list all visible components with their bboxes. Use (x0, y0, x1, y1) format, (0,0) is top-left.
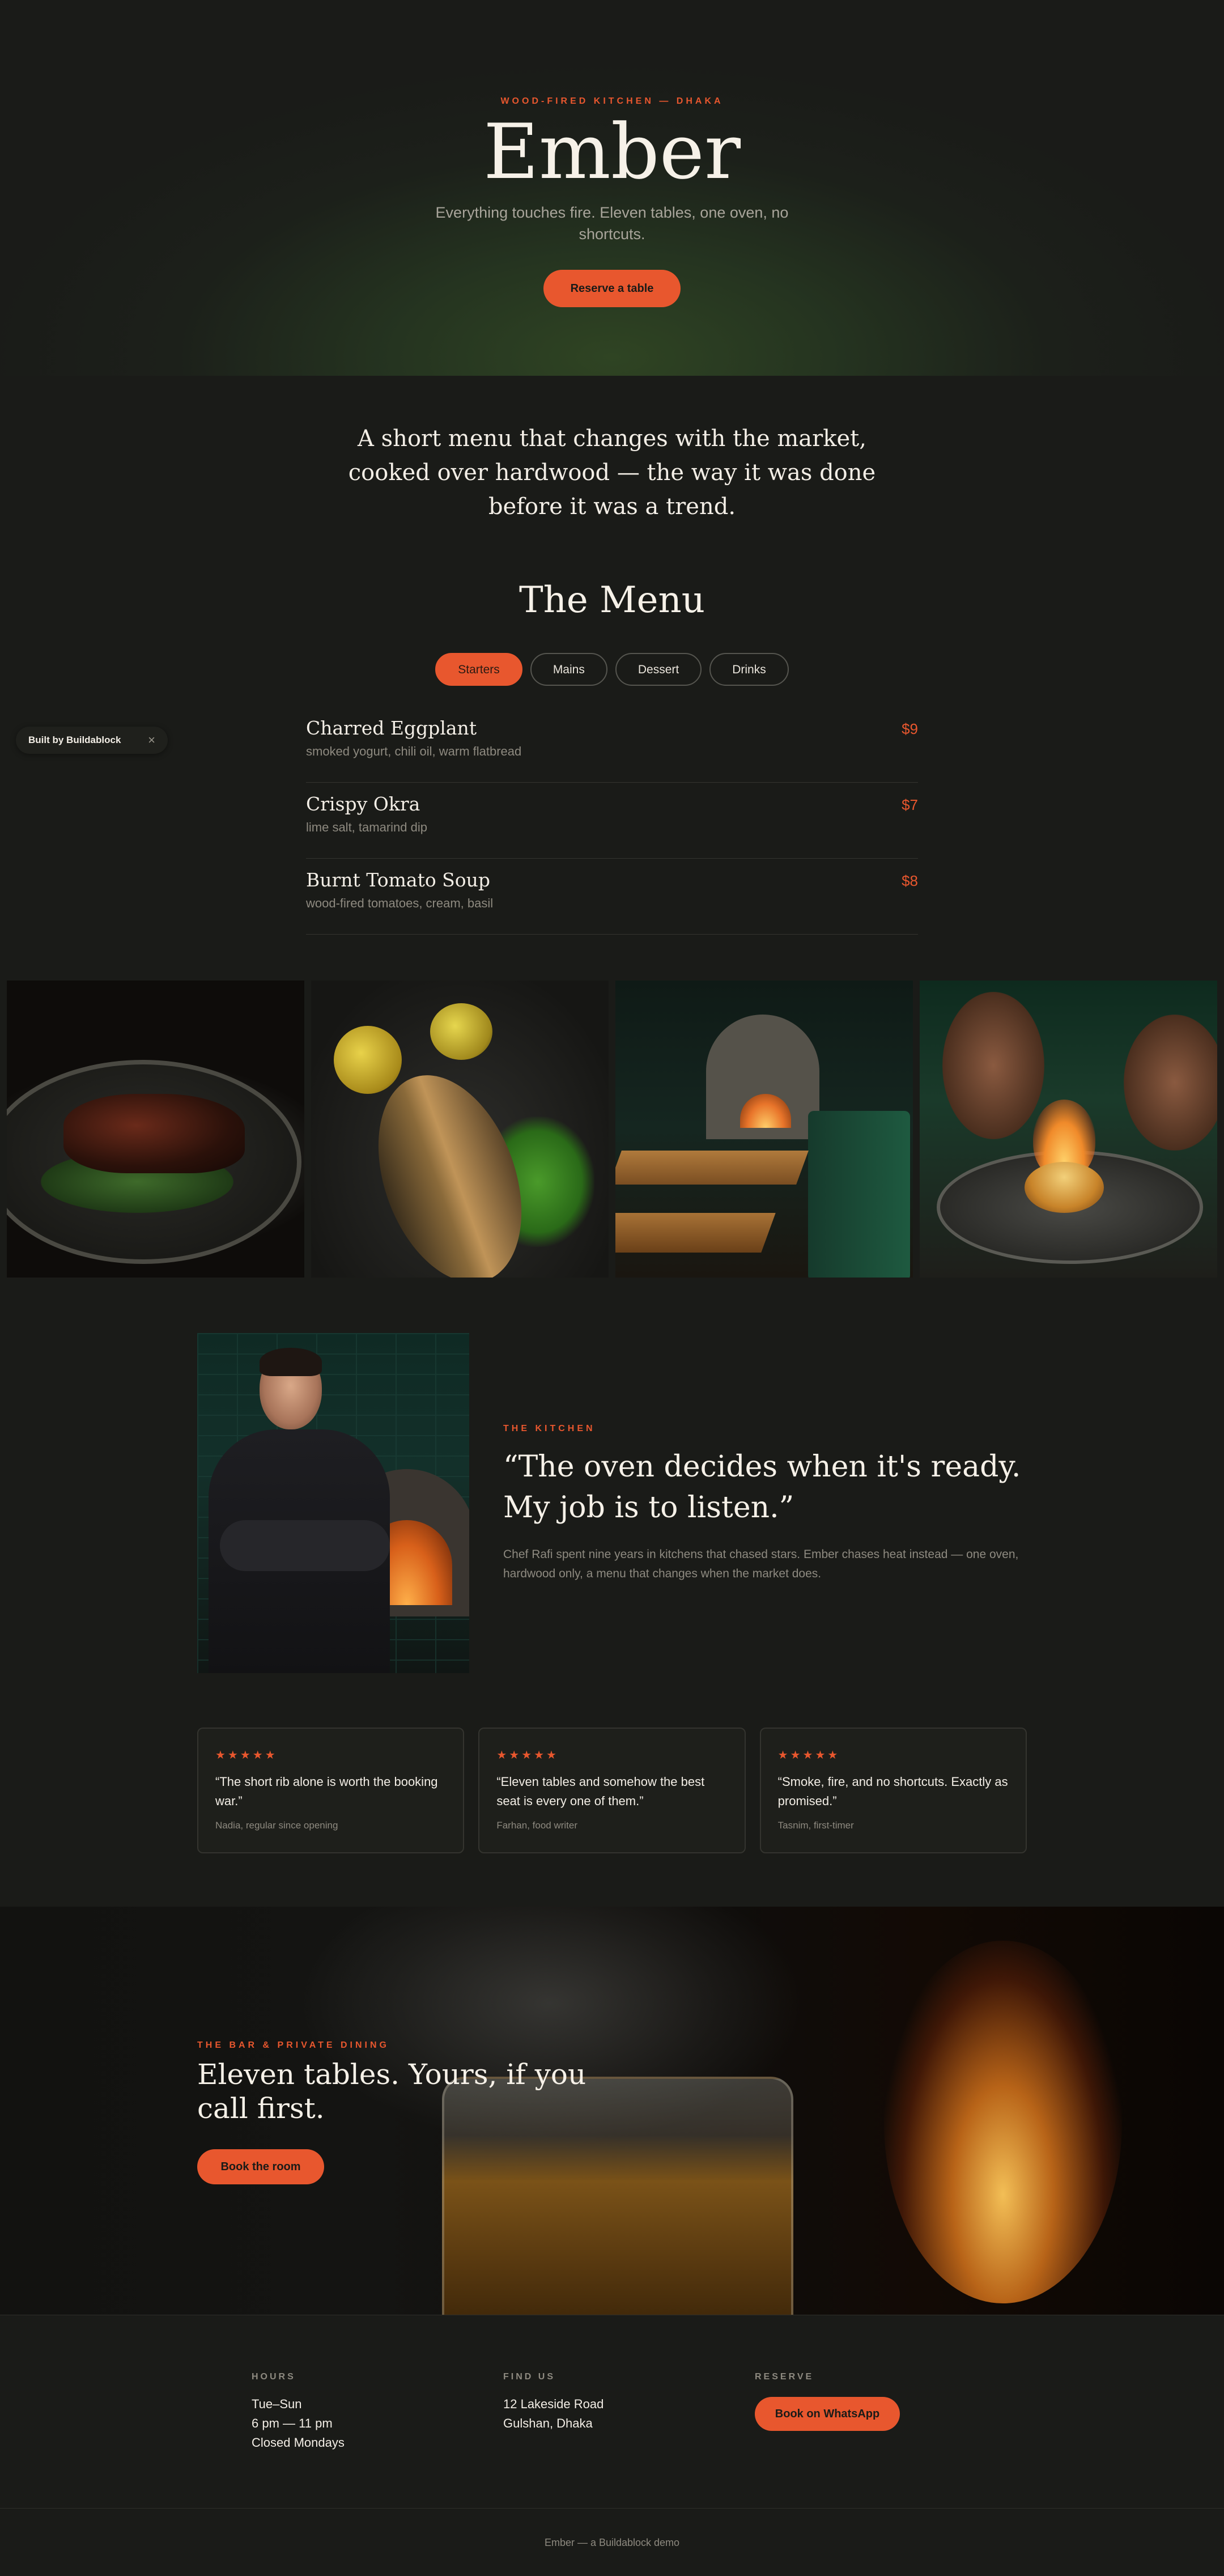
tab-starters[interactable]: Starters (435, 653, 522, 686)
menu-item: Crispy Okra lime salt, tamarind dip $7 (306, 783, 918, 859)
kitchen-eyebrow: THE KITCHEN (503, 1424, 596, 1433)
tab-dessert[interactable]: Dessert (615, 653, 702, 686)
photo-gallery (7, 981, 1217, 1278)
close-icon[interactable]: × (148, 733, 155, 748)
footer-reserve: RESERVE Book on WhatsApp (755, 2372, 981, 2431)
dining-room-photo (615, 981, 913, 1278)
menu-item-desc: wood-fired tomatoes, cream, basil (306, 896, 494, 910)
fire-image (884, 1941, 1122, 2303)
menu-item-desc: lime salt, tamarind dip (306, 820, 427, 834)
review-card: ★★★★★ “The short rib alone is worth the … (197, 1728, 465, 1853)
kitchen-body: Chef Rafi spent nine years in kitchens t… (503, 1548, 1019, 1580)
bar-title: Eleven tables. Yours, if you call first. (197, 2058, 586, 2125)
kitchen-section: THE KITCHEN “The oven decides when it's … (503, 1424, 1025, 1584)
menu-item-name: Crispy Okra (306, 793, 420, 815)
badge-label: Built by Buildablock (28, 735, 121, 745)
book-room-button[interactable]: Book the room (197, 2149, 324, 2184)
bar-eyebrow: THE BAR & PRIVATE DINING (197, 2040, 389, 2050)
intro-text: A short menu that changes with the marke… (348, 426, 876, 520)
review-quote: “Smoke, fire, and no shortcuts. Exactly … (777, 1775, 1008, 1808)
copyright: Ember — a Buildablock demo (0, 2508, 1224, 2549)
footer-find-us: FIND US 12 Lakeside Road Gulshan, Dhaka (503, 2372, 730, 2433)
footer-hours-label: HOURS (252, 2372, 296, 2382)
menu-item-price: $9 (902, 720, 918, 737)
footer-hours-line: 6 pm — 11 pm (252, 2416, 333, 2430)
footer-hours-line: Closed Mondays (252, 2435, 345, 2450)
bar-section: THE BAR & PRIVATE DINING Eleven tables. … (0, 1907, 1224, 2315)
review-quote: “The short rib alone is worth the bookin… (215, 1775, 438, 1808)
menu-item-desc: smoked yogurt, chili oil, warm flatbread (306, 744, 522, 758)
menu-item-price: $8 (902, 872, 918, 889)
grilled-fish-photo (311, 981, 609, 1278)
menu-item-name: Burnt Tomato Soup (306, 869, 491, 891)
review-author: Nadia, regular since opening (215, 1820, 338, 1831)
footer-hours-line: Tue–Sun (252, 2397, 302, 2411)
reviews: ★★★★★ “The short rib alone is worth the … (197, 1728, 1027, 1853)
hero-title: Ember (483, 108, 741, 196)
hero-eyebrow: WOOD-FIRED KITCHEN — DHAKA (500, 96, 724, 106)
tab-drinks[interactable]: Drinks (709, 653, 789, 686)
chef-photo (197, 1333, 469, 1673)
footer-find-label: FIND US (503, 2372, 555, 2382)
review-card: ★★★★★ “Eleven tables and somehow the bes… (478, 1728, 746, 1853)
hero-subtitle: Everything touches fire. Eleven tables, … (435, 204, 789, 243)
review-quote: “Eleven tables and somehow the best seat… (496, 1775, 705, 1808)
star-rating-icon: ★★★★★ (215, 1749, 278, 1762)
flambe-dessert-photo (920, 981, 1217, 1278)
reserve-table-button[interactable]: Reserve a table (543, 270, 681, 307)
menu-title: The Menu (519, 579, 705, 621)
built-by-badge[interactable]: Built by Buildablock × (16, 727, 168, 754)
review-author: Farhan, food writer (496, 1820, 578, 1831)
menu-list: Charred Eggplant smoked yogurt, chili oi… (306, 707, 918, 935)
review-card: ★★★★★ “Smoke, fire, and no shortcuts. Ex… (759, 1728, 1027, 1853)
menu-tabs: Starters Mains Dessert Drinks (0, 653, 1224, 686)
footer-hours: HOURS Tue–Sun 6 pm — 11 pm Closed Monday… (252, 2372, 478, 2452)
menu-item-price: $7 (902, 796, 918, 813)
footer-address-line: Gulshan, Dhaka (503, 2416, 593, 2430)
review-author: Tasnim, first-timer (777, 1820, 854, 1831)
footer-reserve-label: RESERVE (755, 2372, 814, 2382)
hero-section: WOOD-FIRED KITCHEN — DHAKA Ember Everyth… (0, 0, 1224, 376)
tab-mains[interactable]: Mains (530, 653, 607, 686)
short-rib-photo (7, 981, 304, 1278)
star-rating-icon: ★★★★★ (496, 1749, 559, 1762)
footer-address-line: 12 Lakeside Road (503, 2397, 604, 2411)
star-rating-icon: ★★★★★ (777, 1749, 840, 1762)
menu-item: Charred Eggplant smoked yogurt, chili oi… (306, 707, 918, 783)
chef-quote: “The oven decides when it's ready. My jo… (503, 1450, 1021, 1525)
menu-item-name: Charred Eggplant (306, 717, 477, 739)
whatsapp-button[interactable]: Book on WhatsApp (755, 2397, 900, 2431)
footer: HOURS Tue–Sun 6 pm — 11 pm Closed Monday… (0, 2315, 1224, 2576)
menu-item: Burnt Tomato Soup wood-fired tomatoes, c… (306, 859, 918, 935)
